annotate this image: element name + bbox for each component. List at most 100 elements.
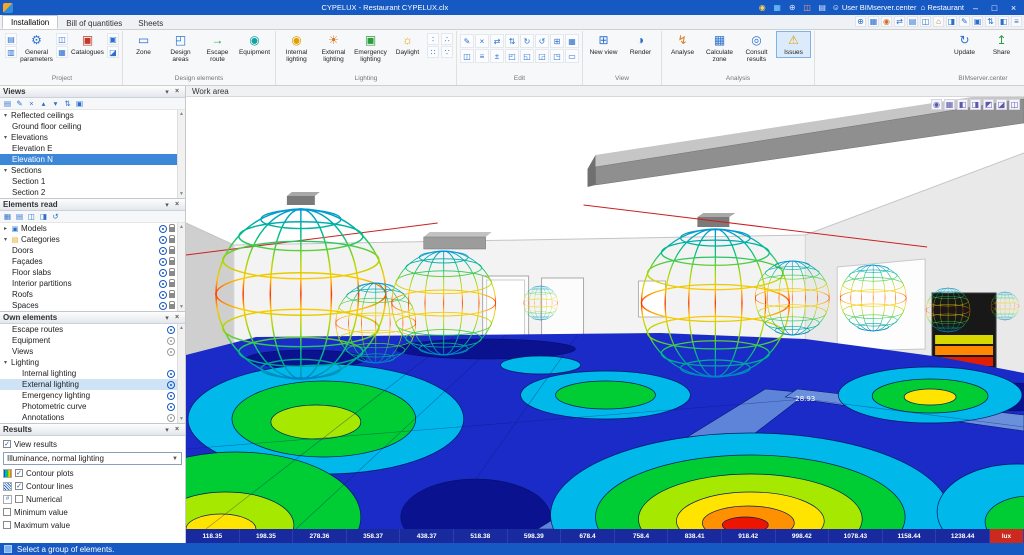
toolbar-icon[interactable]: ▤ (2, 99, 13, 109)
toolbar-icon[interactable]: ⇅ (985, 16, 996, 27)
tree-item-selected[interactable]: External lighting (0, 379, 177, 390)
equipment-button[interactable]: ◉ Equipment (237, 31, 272, 58)
toolbar-icon[interactable]: ≡ (1011, 16, 1022, 27)
expander-icon[interactable]: ▾ (2, 134, 9, 141)
toolbar-icon[interactable]: ▦ (868, 16, 879, 27)
toolbar-icon[interactable]: ◨ (970, 99, 981, 110)
panel-close-icon[interactable]: × (172, 426, 182, 433)
visibility-eye-icon[interactable] (167, 370, 175, 378)
toolbar-icon[interactable]: ▤ (907, 16, 918, 27)
tree-item[interactable]: ▾▤Categories (0, 234, 177, 245)
tree-item-selected[interactable]: Elevation N (0, 154, 177, 165)
maximize-button[interactable]: □ (987, 2, 1002, 14)
contour-plots-checkbox[interactable]: ✓ (15, 469, 23, 477)
escape-route-button[interactable]: → Escape route (200, 31, 235, 65)
edit-tool-icon[interactable]: ◰ (505, 49, 519, 63)
tree-item[interactable]: Escape routes (0, 324, 177, 335)
expander-icon[interactable]: ▸ (2, 225, 9, 232)
toolbar-icon[interactable]: ◫ (920, 16, 931, 27)
toolbar-icon[interactable]: ▤ (5, 33, 17, 45)
visibility-eye-icon[interactable] (167, 403, 175, 411)
close-button[interactable]: × (1006, 2, 1021, 14)
toolbar-icon[interactable]: ∴ (441, 33, 453, 45)
scroll-down-icon[interactable]: ▼ (179, 191, 184, 197)
design-areas-button[interactable]: ◰ Design areas (163, 31, 198, 65)
view-results-row[interactable]: ✓ View results (3, 439, 182, 449)
contour-plots-row[interactable]: ✓ Contour plots (3, 468, 182, 478)
tree-item[interactable]: Elevation E (0, 143, 177, 154)
tree-item[interactable]: ▾Lighting (0, 357, 177, 368)
general-parameters-button[interactable]: ⚙ General parameters (19, 31, 54, 65)
numerical-row[interactable]: # Numerical (3, 494, 182, 504)
tree-item[interactable]: Internal lighting (0, 368, 177, 379)
toolbar-icon[interactable]: ⊕ (855, 16, 866, 27)
visibility-eye-icon[interactable] (167, 348, 175, 356)
toolbar-icon[interactable]: ◫ (56, 33, 68, 45)
toolbar-icon[interactable]: ◧ (957, 99, 968, 110)
3d-viewport[interactable]: 28.93 (186, 97, 1024, 529)
tree-item[interactable]: Spaces (0, 300, 177, 311)
edit-tool-icon[interactable]: ↺ (535, 34, 549, 48)
tree-item[interactable]: Annotations (0, 412, 177, 423)
toolbar-icon[interactable]: ▴ (38, 99, 49, 109)
visibility-eye-icon[interactable] (167, 392, 175, 400)
toolbar-icon[interactable]: ◫ (1009, 99, 1020, 110)
lock-icon[interactable] (169, 260, 175, 265)
lock-icon[interactable] (169, 304, 175, 309)
tree-item[interactable]: Ground floor ceiling (0, 121, 177, 132)
edit-tool-icon[interactable]: ± (490, 49, 504, 63)
toolbar-icon[interactable]: ◪ (996, 99, 1007, 110)
view-results-checkbox[interactable]: ✓ (3, 440, 11, 448)
project-indicator[interactable]: ⌂ Restaurant (920, 3, 964, 12)
new-view-button[interactable]: ⊞ New view (586, 31, 621, 58)
tree-item[interactable]: ▸▣Models (0, 223, 177, 234)
tab-bill-of-quantities[interactable]: Bill of quantities (58, 17, 130, 29)
contour-lines-row[interactable]: ✓ Contour lines (3, 481, 182, 491)
alerts-icon[interactable]: ◫ (802, 2, 813, 13)
toolbar-icon[interactable]: ✎ (14, 99, 25, 109)
tab-sheets[interactable]: Sheets (130, 17, 171, 29)
external-lighting-button[interactable]: ☀ External lighting (316, 31, 351, 65)
expander-icon[interactable]: ▾ (2, 167, 9, 174)
user-account[interactable]: ☺ User BIMserver.center (832, 3, 917, 12)
scrollbar[interactable]: ▲▼ (177, 324, 185, 423)
expander-icon[interactable]: ▾ (2, 359, 9, 366)
edit-tool-icon[interactable]: ⇅ (505, 34, 519, 48)
edit-tool-icon[interactable]: ◱ (520, 49, 534, 63)
scroll-up-icon[interactable]: ▲ (179, 111, 184, 117)
toolbar-icon[interactable]: ▣ (972, 16, 983, 27)
visibility-eye-icon[interactable] (159, 302, 167, 310)
panel-collapse-icon[interactable]: ▾ (162, 201, 172, 209)
visibility-eye-icon[interactable] (159, 280, 167, 288)
share-button[interactable]: ↥ Share (984, 31, 1019, 58)
help-icon[interactable]: ▤ (817, 2, 828, 13)
visibility-eye-icon[interactable] (167, 326, 175, 334)
panel-close-icon[interactable]: × (172, 88, 182, 95)
lock-icon[interactable] (169, 293, 175, 298)
tree-item[interactable]: ▾Sections (0, 165, 177, 176)
expander-icon[interactable]: ▾ (2, 112, 9, 119)
tree-item[interactable]: Interior partitions (0, 278, 177, 289)
toolbar-icon[interactable]: ▤ (14, 212, 25, 222)
lock-icon[interactable] (169, 249, 175, 254)
scrollbar[interactable]: ▲▼ (177, 223, 185, 311)
toolbar-icon[interactable]: ◧ (998, 16, 1009, 27)
edit-tool-icon[interactable]: ◳ (550, 49, 564, 63)
toolbar-icon[interactable]: ◉ (931, 99, 942, 110)
visibility-eye-icon[interactable] (159, 236, 167, 244)
maximum-value-checkbox[interactable] (3, 521, 11, 529)
edit-tool-icon[interactable]: ◲ (535, 49, 549, 63)
visibility-eye-icon[interactable] (159, 225, 167, 233)
emergency-lighting-button[interactable]: ▣ Emergency lighting (353, 31, 388, 65)
toolbar-icon[interactable]: ▾ (50, 99, 61, 109)
toolbar-icon[interactable]: ◪ (107, 46, 119, 58)
edit-tool-icon[interactable]: ▭ (565, 49, 579, 63)
toolbar-icon[interactable]: ∷ (427, 46, 439, 58)
tree-item[interactable]: Section 1 (0, 176, 177, 187)
toolbar-icon[interactable]: ⇅ (62, 99, 73, 109)
toolbar-icon[interactable]: × (26, 99, 37, 109)
consult-results-button[interactable]: ◎ Consult results (739, 31, 774, 65)
edit-tool-icon[interactable]: ≡ (475, 49, 489, 63)
tree-item[interactable]: Doors (0, 245, 177, 256)
edit-tool-icon[interactable]: ▦ (565, 34, 579, 48)
